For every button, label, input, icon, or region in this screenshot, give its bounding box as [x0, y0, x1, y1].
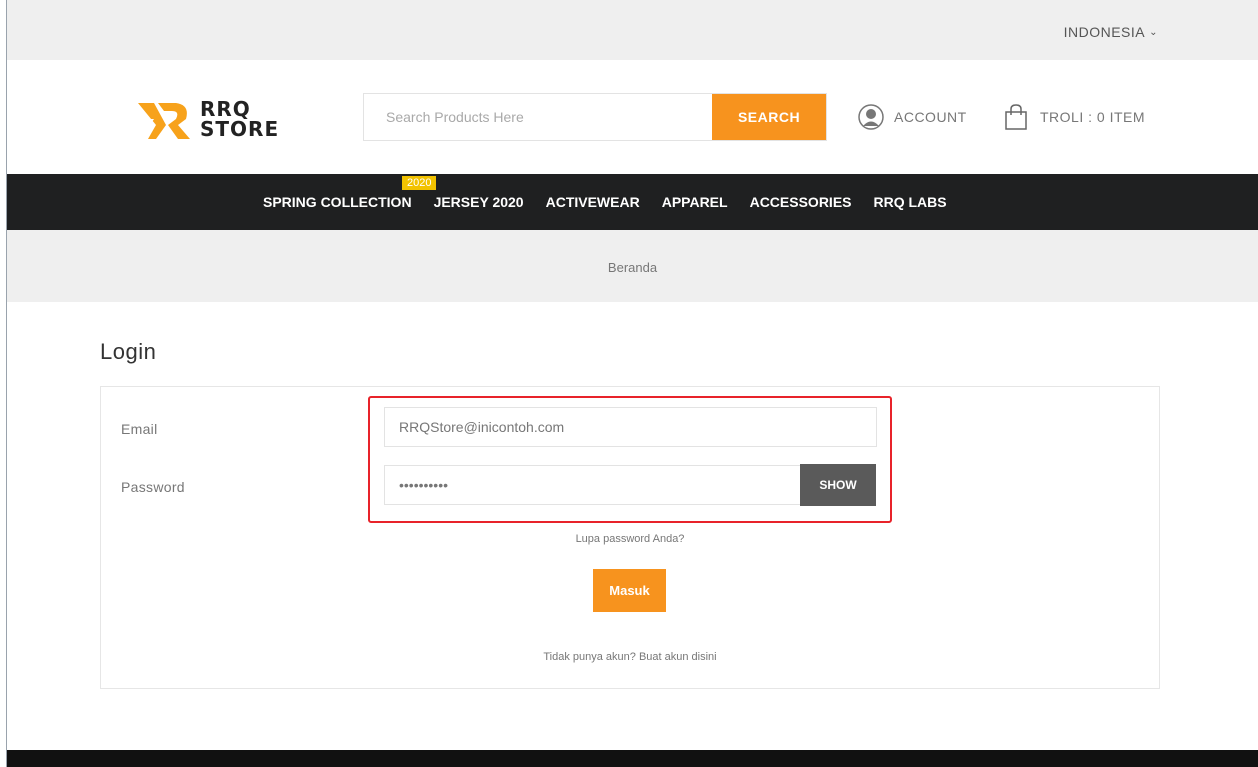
forgot-password-link[interactable]: Lupa password Anda?	[101, 533, 1159, 545]
cart-link[interactable]: TROLI : 0 ITEM	[1004, 104, 1145, 130]
account-link[interactable]: ACCOUNT	[858, 104, 967, 130]
nav-item-label: RRQ LABS	[873, 194, 947, 210]
nav-item-accessories[interactable]: ACCESSORIES	[750, 194, 852, 210]
shopping-bag-icon	[1005, 104, 1027, 130]
nav-item-label: ACCESSORIES	[749, 194, 852, 210]
nav-item-label: APPAREL	[661, 194, 728, 210]
highlight-box	[368, 396, 892, 523]
new-badge: 2020	[402, 176, 437, 190]
top-bar: INDONESIA ⌄	[7, 0, 1258, 60]
search-bar: SEARCH	[363, 93, 827, 141]
page: INDONESIA ⌄ RRQ STORE SEARCH	[0, 0, 1258, 767]
nav-item-label: SPRING COLLECTION	[263, 194, 412, 210]
footer-bar	[7, 750, 1258, 767]
cart-label: TROLI : 0 ITEM	[1040, 109, 1146, 125]
language-selector[interactable]: INDONESIA ⌄	[1064, 24, 1158, 40]
nav-item-jersey-2020[interactable]: JERSEY 2020	[434, 194, 524, 210]
main-nav: SPRING COLLECTION 2020 JERSEY 2020 ACTIV…	[7, 174, 1258, 230]
nav-item-label: JERSEY 2020	[433, 194, 524, 210]
nav-item-rrq-labs[interactable]: RRQ LABS	[874, 194, 947, 210]
chevron-down-icon: ⌄	[1149, 26, 1158, 38]
search-button[interactable]: SEARCH	[712, 94, 826, 140]
site-header: RRQ STORE SEARCH ACCOUNT TROLI : 0 ITEM	[7, 60, 1258, 174]
register-link[interactable]: Tidak punya akun? Buat akun disini	[101, 651, 1159, 663]
page-title: Login	[100, 339, 157, 364]
breadcrumb: Beranda	[7, 230, 1258, 302]
logo-line2: STORE	[200, 117, 280, 141]
nav-item-spring-collection[interactable]: SPRING COLLECTION 2020	[263, 176, 437, 210]
rrq-logo-icon	[138, 103, 190, 139]
logo[interactable]: RRQ STORE	[132, 95, 279, 143]
email-label: Email	[121, 421, 158, 437]
breadcrumb-home[interactable]: Beranda	[7, 260, 1258, 275]
logo-text: RRQ STORE	[200, 99, 279, 139]
language-label: INDONESIA	[1063, 24, 1146, 40]
password-label: Password	[121, 479, 185, 495]
logo-line1: RRQ	[200, 97, 251, 121]
login-form: Email Password SHOW Lupa password Anda? …	[100, 386, 1160, 689]
login-button[interactable]: Masuk	[593, 569, 666, 612]
nav-items: SPRING COLLECTION 2020 JERSEY 2020 ACTIV…	[263, 174, 947, 230]
search-input[interactable]	[364, 94, 712, 140]
nav-item-apparel[interactable]: APPAREL	[662, 194, 728, 210]
nav-item-label: ACTIVEWEAR	[545, 194, 640, 210]
user-icon	[858, 104, 884, 130]
account-label: ACCOUNT	[894, 109, 967, 125]
nav-item-activewear[interactable]: ACTIVEWEAR	[546, 194, 640, 210]
